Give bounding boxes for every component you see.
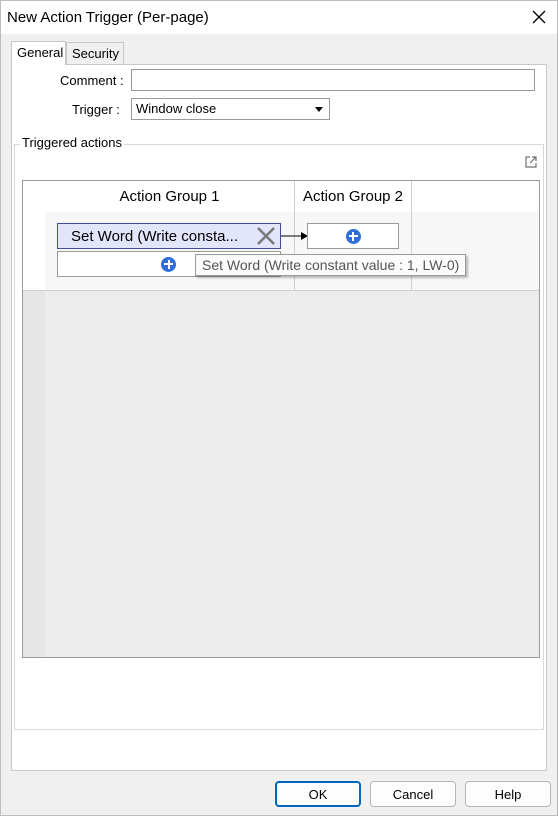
dialog-window: New Action Trigger (Per-page) General Se… [0,0,558,816]
triggered-actions-label: Triggered actions [20,135,124,150]
popout-icon[interactable] [524,155,538,169]
action-canvas[interactable]: Action Group 1 Action Group 2 Set Word (… [22,180,540,658]
comment-input[interactable] [131,69,535,91]
group-1-header: Action Group 1 [45,181,294,212]
help-button[interactable]: Help [465,781,551,807]
action-tooltip: Set Word (Write constant value : 1, LW-0… [195,254,467,276]
ok-button[interactable]: OK [275,781,361,807]
trigger-select[interactable]: Window close [131,98,330,120]
action-item[interactable]: Set Word (Write consta... [57,223,281,249]
comment-label: Comment : [60,73,124,88]
window-title: New Action Trigger (Per-page) [7,9,209,26]
group-2-add-action[interactable] [307,223,399,249]
general-panel: Comment : Trigger : Window close Trigger… [11,64,547,771]
close-icon [532,10,546,24]
plus-circle-icon [161,256,176,272]
action-item-label: Set Word (Write consta... [71,228,238,245]
cancel-button[interactable]: Cancel [370,781,456,807]
chevron-down-icon [315,107,323,112]
group-2-header: Action Group 2 [295,181,411,212]
close-button[interactable] [527,5,551,29]
row-gutter [23,181,45,657]
title-bar: New Action Trigger (Per-page) [1,1,557,34]
connector-arrow [281,232,308,240]
x-icon[interactable] [255,226,277,246]
row-divider [23,290,539,291]
tab-general[interactable]: General [11,41,66,65]
trigger-select-value: Window close [136,101,217,116]
tab-security[interactable]: Security [66,42,124,65]
trigger-label: Trigger : [72,102,120,117]
plus-circle-icon [345,228,361,244]
empty-header [412,181,539,212]
